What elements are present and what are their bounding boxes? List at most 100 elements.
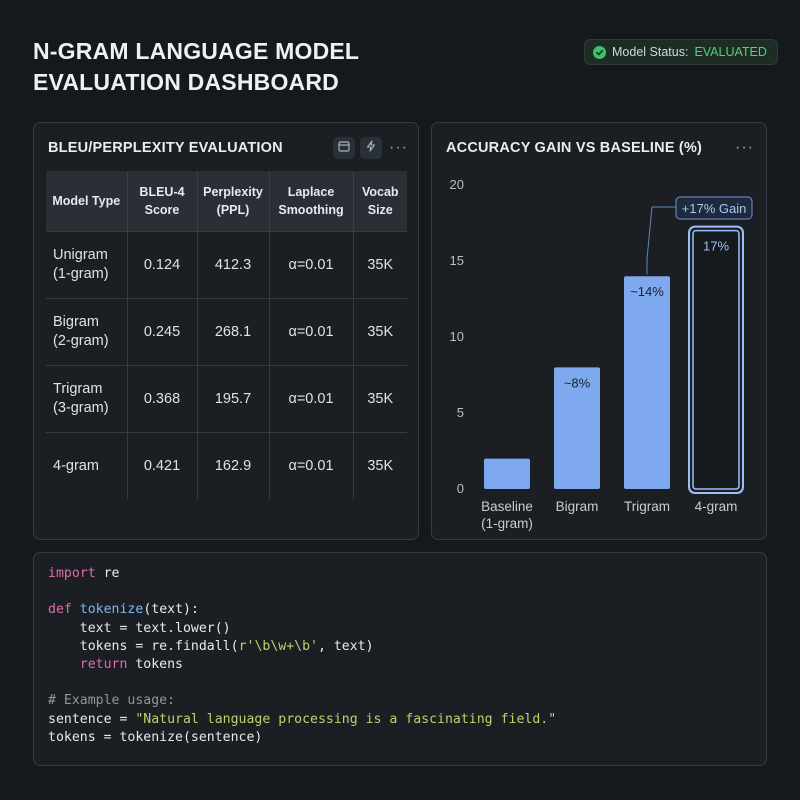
chart-card-title: ACCURACY GAIN VS BASELINE (%) <box>446 140 703 156</box>
column-header-text: Laplace <box>287 185 335 199</box>
table-row[interactable]: Bigram (2-gram) 0.245 268.1 α=0.01 35K <box>46 298 407 366</box>
cell-bleu-score: 0.421 <box>127 432 198 499</box>
column-header[interactable]: Vocab Size <box>353 171 407 232</box>
model-type-text: Unigram <box>53 247 108 263</box>
column-header[interactable]: Model Type <box>46 171 128 232</box>
column-header[interactable]: Perplexity (PPL) <box>197 171 270 232</box>
code-token: "Natural language processing is a fascin… <box>135 711 557 727</box>
bar-data-label: ~14% <box>630 284 664 299</box>
code-line: import re <box>48 566 119 581</box>
x-tick-label: Bigram <box>556 499 599 514</box>
code-token: return <box>79 657 128 673</box>
table-row[interactable]: Unigram (1-gram) 0.124 412.3 α=0.01 35K <box>46 231 407 299</box>
model-type-text: Trigram <box>53 381 103 397</box>
cell-bleu-score: 0.124 <box>127 231 198 299</box>
cell-bleu-score: 0.368 <box>127 365 198 433</box>
code-line: # Example usage: <box>48 693 175 708</box>
cell-vocab-size: 35K <box>353 298 407 366</box>
cell-model-type: Bigram (2-gram) <box>46 298 128 366</box>
column-header-text: BLEU-4 <box>139 185 185 199</box>
code-token: r'\b\w+\b' <box>238 638 318 654</box>
cell-model-type: Unigram (1-gram) <box>46 231 128 299</box>
cell-model-type: 4-gram <box>46 432 128 499</box>
cell-perplexity: 412.3 <box>197 231 270 299</box>
evaluation-table: Model Type BLEU-4 Score Perplexity (PPL) Lapl… <box>46 171 407 499</box>
y-tick-label: 15 <box>450 253 464 268</box>
cell-perplexity: 268.1 <box>197 298 270 366</box>
model-type-text: (1-gram) <box>53 266 109 282</box>
calendar-icon <box>338 139 350 157</box>
y-tick-label: 5 <box>457 405 464 420</box>
model-type-text: Bigram <box>53 314 99 330</box>
bar <box>484 458 530 489</box>
x-tick-label: 4-gram <box>695 499 738 514</box>
code-token: sentence = <box>48 711 136 727</box>
code-token: re <box>95 566 120 581</box>
accuracy-gain-chart: 0 5 10 15 20 Baseline (1-gram) ~8% Bigram ~14% Tri… <box>450 177 753 531</box>
table-row[interactable]: Trigram (3-gram) 0.368 195.7 α=0.01 35K <box>46 365 407 433</box>
lightning-icon <box>365 139 377 157</box>
table-body: Unigram (1-gram) 0.124 412.3 α=0.01 35K Bigram… <box>46 231 407 499</box>
cell-smoothing: α=0.01 <box>269 298 354 366</box>
x-tick-label: (1-gram) <box>481 516 533 531</box>
code-token: text = text.lower() <box>48 620 231 636</box>
code-token: import <box>48 566 96 581</box>
page-title-line2: EVALUATION DASHBOARD <box>33 69 339 95</box>
code-line: return tokens <box>48 657 183 672</box>
chart-more-icon[interactable]: ··· <box>735 140 754 156</box>
cell-bleu-score: 0.245 <box>127 298 198 366</box>
cell-vocab-size: 35K <box>353 365 407 433</box>
column-header[interactable]: Laplace Smoothing <box>269 171 354 232</box>
cell-smoothing: α=0.01 <box>269 432 354 499</box>
cell-vocab-size: 35K <box>353 432 407 499</box>
code-line: tokens = tokenize(sentence) <box>48 730 262 745</box>
code-line: def tokenize(text): <box>48 602 199 617</box>
code-snippet: import re def tokenize(text): text = tex… <box>48 565 556 747</box>
code-token: tokenize <box>79 602 144 618</box>
column-header[interactable]: BLEU-4 Score <box>127 171 198 232</box>
calendar-button[interactable] <box>333 137 355 159</box>
code-token: tokens = re.findall( <box>48 638 239 654</box>
cell-model-type: Trigram (3-gram) <box>46 365 128 433</box>
column-header-text: Smoothing <box>278 203 344 217</box>
status-value: EVALUATED <box>694 45 767 59</box>
bleu-perplexity-card: BLEU/PERPLEXITY EVALUATION ··· Model Typ… <box>33 122 419 540</box>
table-more-icon[interactable]: ··· <box>389 140 408 156</box>
column-header-text: Vocab <box>361 185 399 199</box>
code-token: (text): <box>143 602 199 618</box>
table-row[interactable]: 4-gram 0.421 162.9 α=0.01 35K <box>46 432 407 499</box>
table-card-title: BLEU/PERPLEXITY EVALUATION <box>48 140 283 156</box>
code-token: def <box>48 602 72 618</box>
code-token: # Example usage: <box>48 693 176 709</box>
bar <box>624 276 670 489</box>
check-circle-icon <box>593 45 606 59</box>
cell-vocab-size: 35K <box>353 231 407 299</box>
code-token: , text) <box>317 638 374 654</box>
model-type-text: (2-gram) <box>53 333 109 349</box>
code-token: tokens = tokenize(sentence) <box>48 729 263 745</box>
model-type-text: (3-gram) <box>53 400 109 416</box>
column-header-text: Score <box>144 203 180 217</box>
column-header-text: Size <box>367 203 393 217</box>
status-label: Model Status: <box>612 45 689 59</box>
y-tick-label: 20 <box>450 177 464 192</box>
bar <box>692 229 740 490</box>
cell-smoothing: α=0.01 <box>269 365 354 433</box>
annotation-leader-line <box>646 206 676 275</box>
model-type-text: 4-gram <box>53 457 99 474</box>
column-header-text: Perplexity <box>203 185 263 199</box>
table-header-row: Model Type BLEU-4 Score Perplexity (PPL) Lapl… <box>46 171 407 232</box>
annotation-label: +17% Gain <box>682 201 747 216</box>
code-line: text = text.lower() <box>48 621 231 636</box>
x-tick-label: Trigram <box>624 499 670 514</box>
x-tick-label: Baseline <box>481 499 533 514</box>
bar-data-label: 17% <box>703 239 729 254</box>
column-header-text: (PPL) <box>216 203 250 217</box>
code-line: tokens = re.findall(r'\b\w+\b', text) <box>48 639 374 654</box>
lightning-button[interactable] <box>360 137 382 159</box>
column-header-text: Model Type <box>52 194 121 208</box>
y-tick-label: 0 <box>457 481 464 496</box>
cell-smoothing: α=0.01 <box>269 231 354 299</box>
